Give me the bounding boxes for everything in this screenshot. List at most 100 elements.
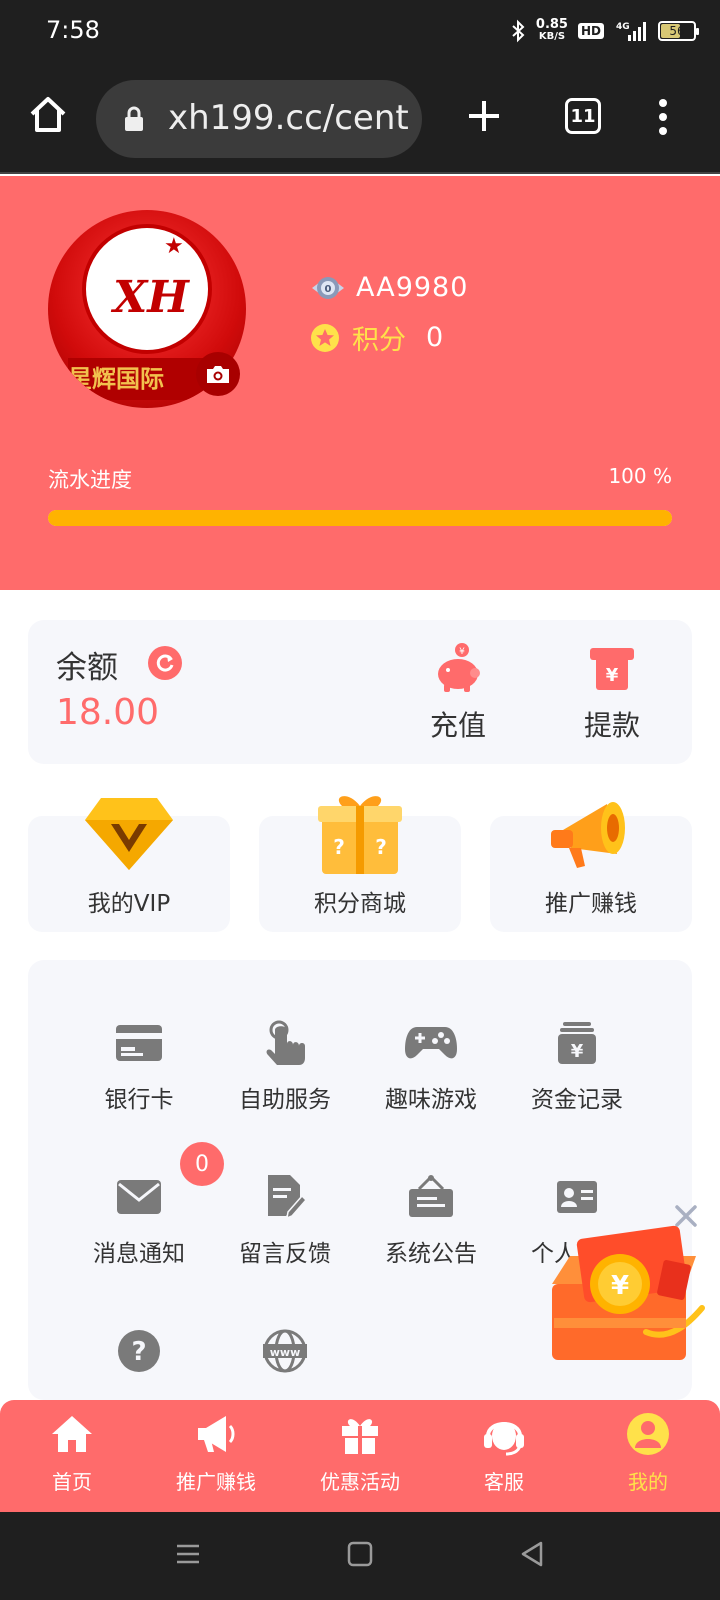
- withdraw-label: 提款: [583, 709, 640, 742]
- headset-icon: [484, 1422, 524, 1456]
- nav-promotions[interactable]: 优惠活动: [288, 1412, 432, 1495]
- url-text: xh199.cc/cent: [168, 98, 409, 138]
- svg-text:¥: ¥: [611, 1271, 629, 1301]
- status-bar: 7:58 0.85 KB/S HD 4G 56: [0, 0, 720, 62]
- svg-text:¥: ¥: [606, 665, 619, 686]
- red-envelope-promo-icon[interactable]: ¥: [550, 1222, 706, 1362]
- hd-badge: HD: [577, 23, 604, 39]
- avatar-logo-circle: ★ XH: [82, 224, 212, 354]
- home-icon[interactable]: [26, 92, 70, 136]
- points-mall-card[interactable]: ? ? 积分商城: [259, 796, 461, 932]
- balance-label: 余额: [56, 650, 118, 686]
- piggy-bank-icon: ¥: [438, 643, 480, 692]
- points-star-icon: [311, 323, 339, 352]
- battery-icon: 56: [658, 21, 699, 41]
- nav-mine[interactable]: 我的: [576, 1412, 720, 1495]
- address-bar[interactable]: xh199.cc/cent: [96, 80, 422, 158]
- gift-box-icon: ? ?: [318, 796, 402, 874]
- nav-customer-service[interactable]: 客服: [432, 1412, 576, 1495]
- envelope-icon: [117, 1180, 161, 1214]
- refresh-icon[interactable]: [148, 646, 182, 680]
- my-vip-label: 我的VIP: [87, 891, 171, 917]
- browser-toolbar: xh199.cc/cent 11: [0, 62, 720, 174]
- menu-label: 资金记录: [531, 1087, 623, 1113]
- points-mall-label: 积分商城: [314, 891, 406, 917]
- new-tab-icon[interactable]: [466, 98, 502, 134]
- menu-feedback[interactable]: 留言反馈: [212, 1174, 358, 1268]
- menu-label: 消息通知: [93, 1241, 185, 1267]
- my-vip-card[interactable]: 我的VIP: [28, 798, 230, 932]
- svg-text:?: ?: [333, 835, 345, 859]
- feedback-icon: [268, 1175, 306, 1220]
- question-icon: ?: [118, 1330, 160, 1372]
- battery-level: 56: [669, 24, 685, 38]
- svg-text:0: 0: [325, 284, 332, 295]
- back-icon[interactable]: [518, 1540, 546, 1568]
- system-home-icon[interactable]: [346, 1540, 374, 1568]
- status-time: 7:58: [46, 16, 100, 44]
- svg-text:¥: ¥: [459, 647, 465, 657]
- avatar-logo-text: XH: [113, 272, 189, 323]
- points-row: 积分 0: [310, 318, 443, 357]
- nav-promote[interactable]: 推广赚钱: [144, 1412, 288, 1495]
- nav-label: 客服: [484, 1470, 524, 1494]
- status-icons: 0.85 KB/S HD 4G 56: [510, 16, 699, 46]
- withdraw-button[interactable]: ¥ 提款: [562, 642, 662, 744]
- diamond-vip-icon: [85, 798, 173, 870]
- username: AA9980: [356, 272, 469, 303]
- gift-icon: [342, 1419, 378, 1454]
- menu-bank-card[interactable]: 银行卡: [66, 1020, 212, 1114]
- recharge-button[interactable]: ¥ 充值: [408, 642, 508, 744]
- withdraw-icon: ¥: [590, 648, 634, 690]
- svg-text:?: ?: [131, 1337, 146, 1367]
- points-value: 0: [426, 322, 444, 353]
- menu-label: 趣味游戏: [385, 1087, 477, 1113]
- megaphone-icon: [198, 1416, 235, 1452]
- gamepad-icon: [405, 1027, 457, 1059]
- star-icon: ★: [164, 234, 184, 259]
- system-nav-bar: [0, 1512, 720, 1600]
- menu-messages[interactable]: 消息通知: [66, 1174, 212, 1268]
- promote-earn-card[interactable]: 推广赚钱: [490, 802, 692, 932]
- svg-text:?: ?: [375, 835, 387, 859]
- nav-label: 我的: [628, 1470, 668, 1494]
- tab-switcher-button[interactable]: 11: [565, 98, 601, 134]
- notice-board-icon: [409, 1175, 453, 1217]
- menu-label: 银行卡: [104, 1087, 174, 1113]
- menu-website[interactable]: www: [212, 1328, 358, 1388]
- megaphone-icon: [551, 802, 625, 868]
- camera-icon[interactable]: [196, 352, 240, 396]
- recharge-label: 充值: [429, 709, 486, 742]
- svg-text:www: www: [270, 1346, 301, 1359]
- bottom-nav: 首页 推广赚钱 优惠活动 客服 我的: [0, 1400, 720, 1512]
- bluetooth-icon: [512, 19, 525, 43]
- nav-home[interactable]: 首页: [0, 1412, 144, 1495]
- menu-fund-records[interactable]: ¥ 资金记录: [504, 1020, 650, 1114]
- menu-announcements[interactable]: 系统公告: [358, 1174, 504, 1268]
- progress-value: 100 %: [608, 464, 672, 488]
- lock-icon: [125, 106, 143, 131]
- promote-earn-label: 推广赚钱: [545, 891, 637, 917]
- tab-count: 11: [570, 105, 596, 127]
- menu-help[interactable]: ?: [66, 1328, 212, 1388]
- progress-label: 流水进度: [48, 468, 132, 492]
- nav-label: 首页: [52, 1470, 92, 1494]
- balance-value: 18.00: [56, 692, 160, 733]
- menu-fun-games[interactable]: 趣味游戏: [358, 1020, 504, 1114]
- bank-card-icon: [116, 1025, 162, 1061]
- user-icon: [627, 1413, 669, 1455]
- nav-label: 推广赚钱: [176, 1470, 256, 1494]
- svg-text:4G: 4G: [616, 22, 630, 32]
- username-row: 0 AA9980: [310, 272, 468, 303]
- menu-self-service[interactable]: 自助服务: [212, 1020, 358, 1114]
- www-icon: www: [263, 1329, 307, 1373]
- recent-apps-icon[interactable]: [174, 1540, 202, 1568]
- money-record-icon: ¥: [558, 1022, 596, 1064]
- net-speed-unit: KB/S: [538, 31, 566, 42]
- menu-label: 系统公告: [385, 1241, 477, 1267]
- menu-label: 自助服务: [239, 1087, 331, 1113]
- signal-icon: 4G: [616, 22, 646, 41]
- nav-label: 优惠活动: [320, 1470, 400, 1494]
- progress-bar: [48, 510, 672, 526]
- more-menu-icon[interactable]: [656, 98, 670, 136]
